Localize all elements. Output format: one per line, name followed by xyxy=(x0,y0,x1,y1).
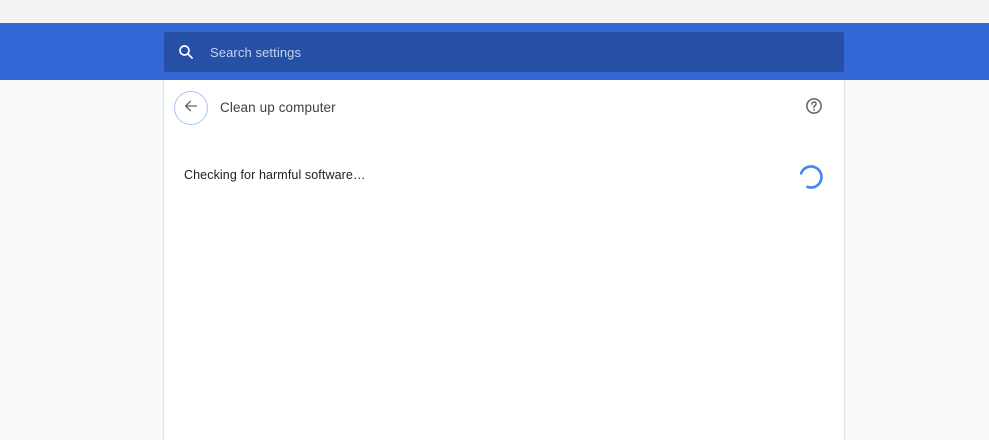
search-placeholder: Search settings xyxy=(210,44,302,60)
back-button[interactable] xyxy=(174,91,208,125)
search-icon[interactable] xyxy=(166,32,206,72)
arrow-back-icon xyxy=(183,98,199,119)
help-circle-icon xyxy=(805,97,823,120)
settings-toolbar: Search settings xyxy=(0,23,989,80)
page-title: Clean up computer xyxy=(220,100,336,115)
help-button[interactable] xyxy=(804,97,824,120)
card-header: Clean up computer xyxy=(164,80,844,136)
loading-spinner-icon xyxy=(798,164,824,190)
status-text: Checking for harmful software… xyxy=(184,168,366,182)
browser-top-strip xyxy=(0,0,989,23)
search-input[interactable]: Search settings xyxy=(164,32,844,72)
cleanup-card: Clean up computer Checking for harmful s… xyxy=(164,80,844,440)
